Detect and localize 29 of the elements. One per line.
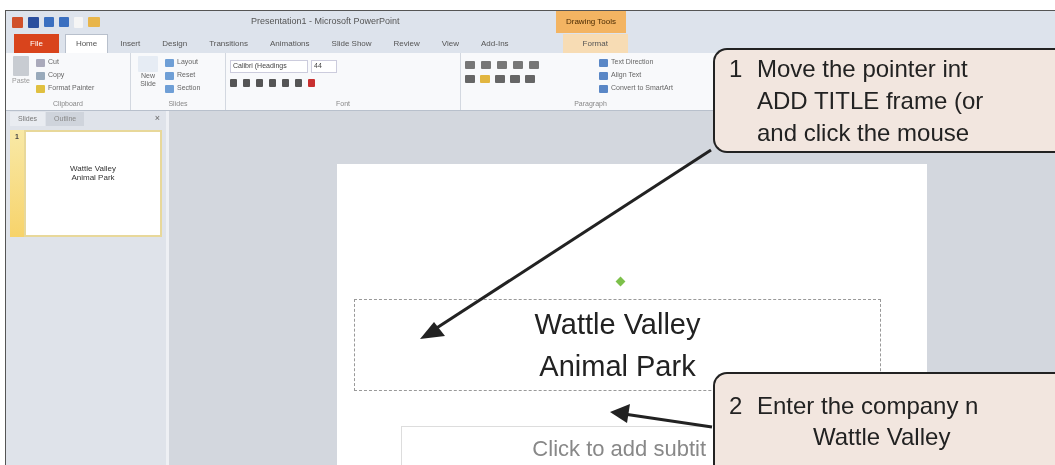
ribbon-tab[interactable]: Review	[383, 34, 430, 53]
slide-title: Animal Park	[539, 349, 696, 384]
step-number: 1	[729, 54, 744, 84]
ribbon-tab[interactable]: Transitions	[199, 34, 258, 53]
window-title: Presentation1 - Microsoft PowerPoint	[251, 15, 400, 29]
slide-title: Wattle Valley	[534, 307, 701, 342]
subtitle-placeholder[interactable]: Click to add subtit	[401, 426, 708, 465]
ribbon-tab[interactable]: Home	[64, 34, 109, 53]
slide-thumbnail[interactable]: Wattle Valley Animal Park	[24, 130, 162, 237]
rotate-handle[interactable]	[615, 276, 626, 287]
subtitle-hint: Click to add subtit	[532, 437, 706, 463]
contextual-tab-header: Drawing Tools	[556, 11, 626, 33]
ribbon-tab[interactable]: Design	[152, 34, 198, 53]
example-text: Wattle Valley	[813, 423, 951, 450]
callout-text: ADD TITLE frame (or	[757, 86, 984, 116]
callout-text: Enter the company n	[757, 392, 979, 420]
ribbon-tab[interactable]: Animations	[260, 34, 320, 53]
callout-text: Move the pointer int	[757, 54, 968, 84]
ribbon-tab[interactable]: View	[431, 34, 470, 53]
close-icon[interactable]: ×	[154, 112, 160, 126]
thumbnail-text: Animal Park	[71, 173, 115, 182]
ribbon-tab[interactable]: File	[14, 34, 59, 53]
ribbon-tab[interactable]: Slide Show	[321, 34, 382, 53]
ribbon-tab[interactable]: Insert	[110, 34, 151, 53]
step-number: 2	[729, 392, 744, 420]
ribbon-tab[interactable]: Add-Ins	[471, 34, 519, 53]
ribbon-tab[interactable]: Format	[562, 34, 628, 53]
thumbnail-text: Wattle Valley	[70, 164, 116, 173]
callout-text: and click the mouse	[757, 118, 970, 148]
